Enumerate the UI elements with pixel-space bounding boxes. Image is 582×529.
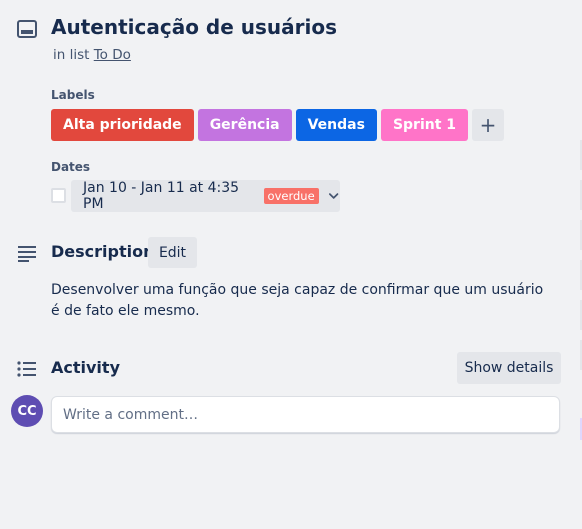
in-list-prefix: in list — [53, 47, 90, 63]
label-gerencia[interactable]: Gerência — [197, 109, 292, 141]
overdue-badge: overdue — [263, 188, 319, 204]
list-link[interactable]: To Do — [94, 47, 131, 63]
chevron-down-icon — [328, 193, 338, 199]
plus-icon: + — [479, 113, 497, 137]
card-title[interactable]: Autenticação de usuários — [51, 15, 337, 39]
due-date-button[interactable]: Jan 10 - Jan 11 at 4:35 PM overdue — [71, 180, 340, 212]
edit-description-button[interactable]: Edit — [148, 237, 197, 268]
labels-row: Alta prioridade Gerência Vendas Sprint 1… — [51, 109, 505, 141]
label-sprint-1[interactable]: Sprint 1 — [380, 109, 469, 141]
avatar[interactable]: CC — [11, 395, 43, 427]
due-date-range: Jan 10 - Jan 11 at 4:35 PM — [83, 180, 240, 212]
description-icon — [18, 246, 36, 262]
labels-heading: Labels — [51, 88, 95, 102]
label-alta-prioridade[interactable]: Alta prioridade — [51, 109, 194, 141]
description-heading: Description — [51, 242, 155, 261]
comment-input[interactable] — [51, 396, 560, 433]
activity-heading: Activity — [51, 358, 120, 377]
card-icon — [17, 20, 37, 38]
due-date-checkbox[interactable] — [51, 188, 66, 203]
description-text[interactable]: Desenvolver uma função que seja capaz de… — [51, 280, 551, 322]
sidebar-edge — [576, 0, 582, 529]
activity-icon — [17, 361, 36, 377]
label-vendas[interactable]: Vendas — [295, 109, 377, 141]
add-label-button[interactable]: + — [472, 109, 505, 141]
show-details-button[interactable]: Show details — [457, 352, 561, 384]
in-list-text: in list To Do — [53, 47, 131, 63]
dates-heading: Dates — [51, 160, 91, 174]
